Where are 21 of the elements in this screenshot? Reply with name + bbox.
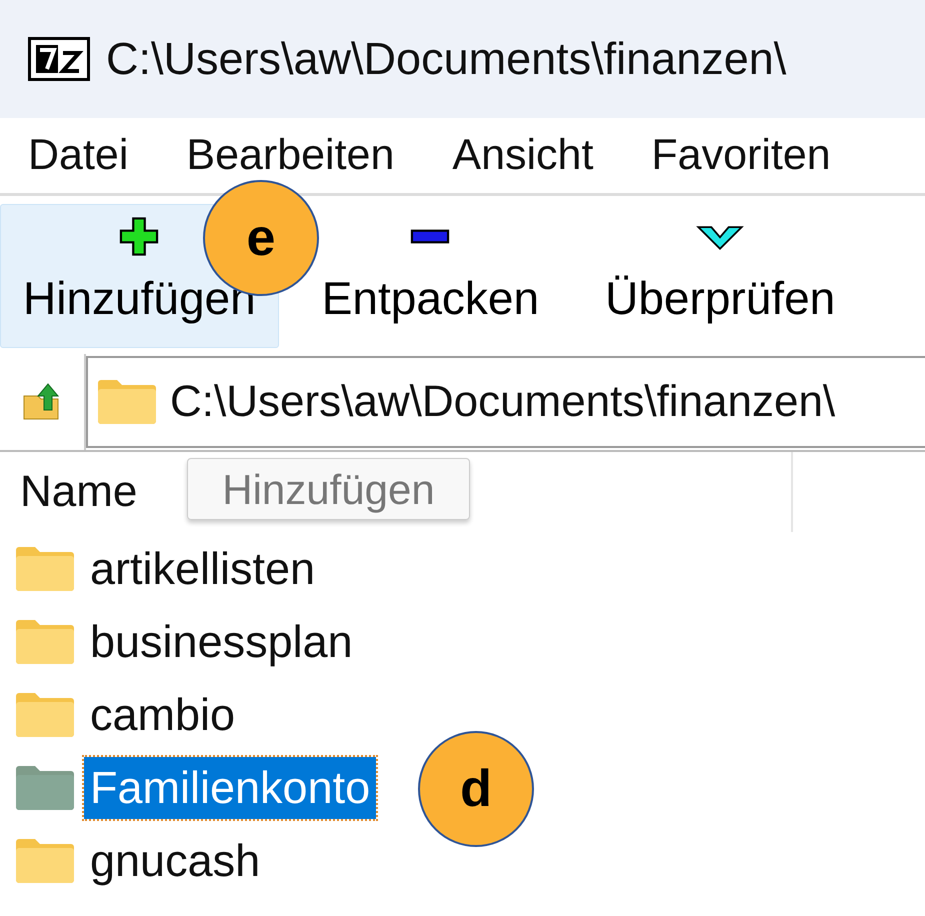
address-field[interactable]: C:\Users\aw\Documents\finanzen\	[86, 356, 925, 448]
folder-icon	[14, 618, 76, 664]
file-name[interactable]: Familienkonto	[84, 756, 376, 818]
tooltip: Hinzufügen	[187, 458, 470, 520]
folder-icon	[14, 764, 76, 810]
folder-up-icon	[22, 382, 62, 422]
menu-item[interactable]: Datei	[28, 123, 128, 188]
folder-icon	[14, 546, 76, 592]
callout-badge: d	[418, 731, 534, 847]
window-title: C:\Users\aw\Documents\finanzen\	[106, 32, 786, 86]
folder-icon	[14, 692, 76, 738]
file-name[interactable]: businessplan	[84, 610, 359, 672]
folder-icon	[96, 379, 158, 425]
menu-item[interactable]: Favoriten	[651, 123, 831, 188]
file-name[interactable]: artikellisten	[84, 538, 322, 600]
menu-item[interactable]: Ansicht	[452, 123, 594, 188]
file-name[interactable]: cambio	[84, 684, 242, 746]
column-header[interactable]: Name	[20, 459, 138, 525]
folder-icon	[14, 838, 76, 884]
app-logo-icon	[28, 37, 90, 81]
file-name[interactable]: gnucash	[84, 830, 266, 892]
